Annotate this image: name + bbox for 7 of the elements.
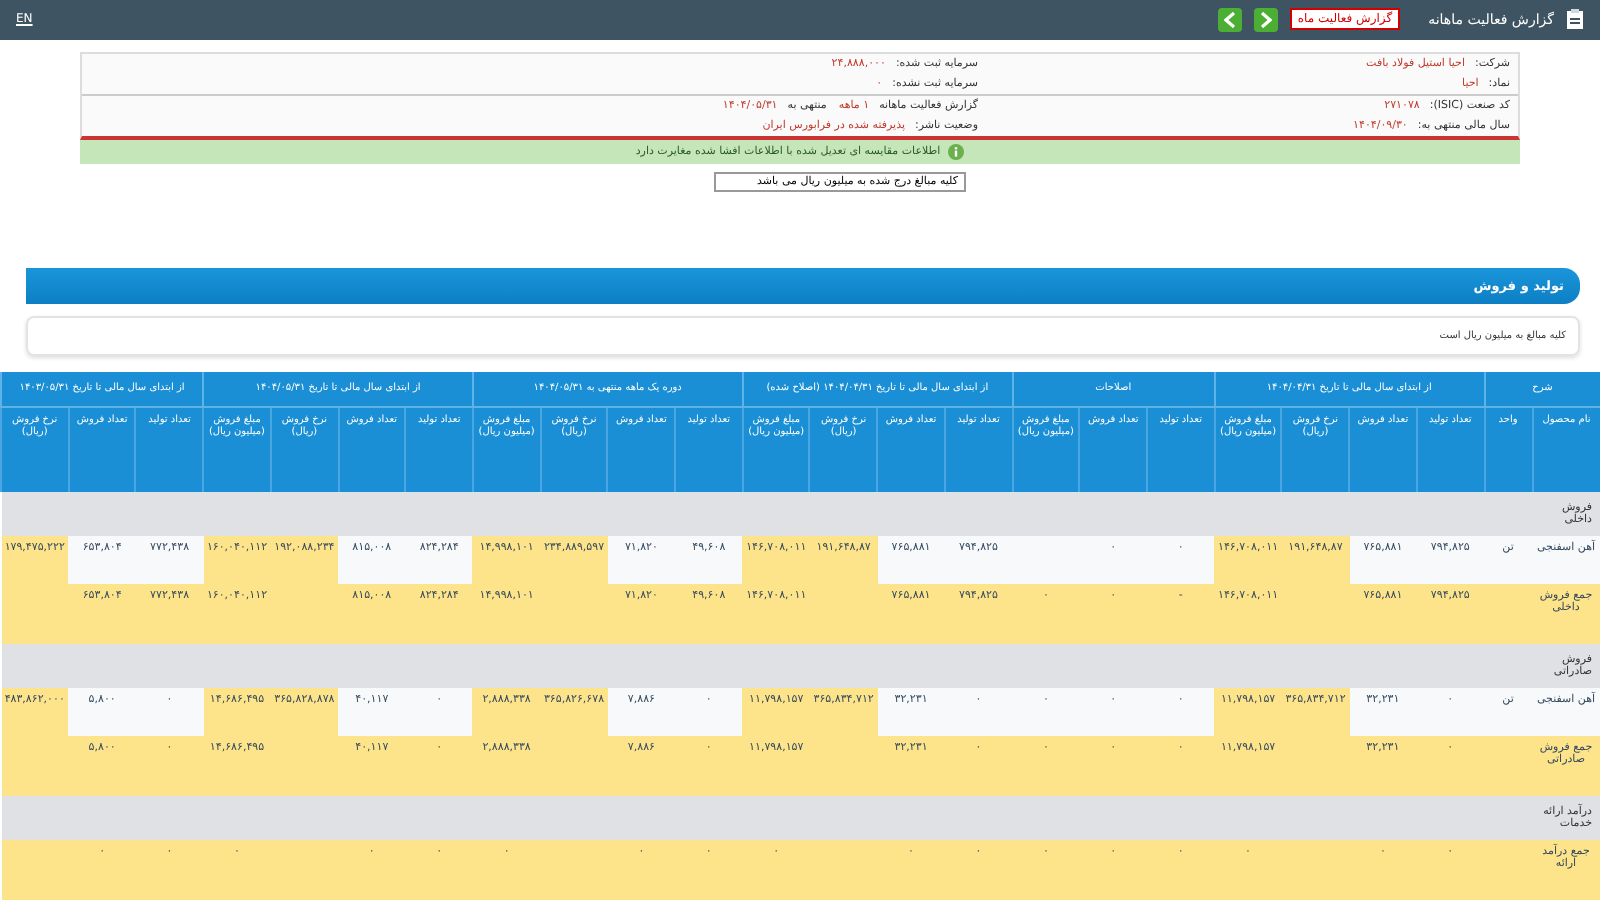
clipboard-icon bbox=[1566, 8, 1584, 31]
previous-button[interactable] bbox=[1217, 7, 1242, 32]
chevron-right-icon bbox=[1259, 11, 1272, 28]
table-cell bbox=[1, 839, 69, 900]
next-button[interactable] bbox=[1253, 7, 1278, 32]
info-icon bbox=[948, 143, 965, 160]
chevron-left-icon bbox=[1223, 11, 1236, 28]
